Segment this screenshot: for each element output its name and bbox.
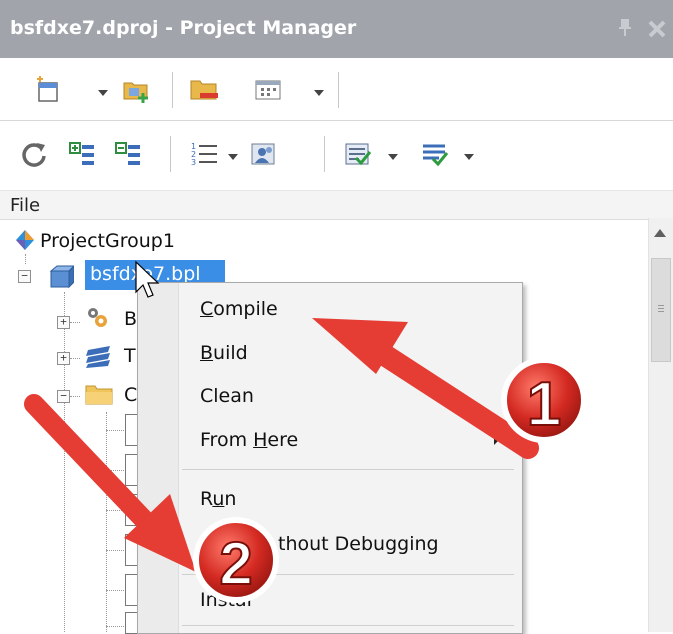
collapse-toggle[interactable]: −	[57, 390, 70, 403]
tree-line	[70, 396, 80, 397]
add-new-project-icon	[123, 82, 148, 103]
submenu-arrow-icon	[494, 433, 500, 445]
pin-icon[interactable]	[614, 16, 636, 38]
toolbar-separator	[170, 136, 171, 172]
scrollbar-thumb[interactable]	[651, 258, 671, 362]
title-bar: bsfdxe7.dproj - Project Manager	[0, 0, 673, 58]
compile-all-icon	[345, 143, 372, 166]
list-icon: 1 2 3	[191, 142, 217, 167]
toolbar-separator	[324, 136, 325, 172]
menu-item-build[interactable]: Build	[178, 333, 522, 373]
menu-item-label: Build	[200, 342, 248, 364]
window-title: bsfdxe7.dproj - Project Manager	[10, 17, 357, 39]
menu-item-compile[interactable]: Compile	[178, 289, 522, 329]
scroll-up-arrow-icon[interactable]	[653, 228, 667, 238]
menu-separator	[182, 469, 514, 470]
collapse-icon	[115, 142, 140, 165]
list-button[interactable]: 1 2 3	[186, 136, 222, 172]
new-project-button[interactable]	[30, 72, 66, 108]
tree-line	[106, 626, 124, 627]
tree-line	[106, 430, 124, 431]
view-icon	[255, 80, 281, 100]
menu-separator	[182, 574, 514, 575]
tree-line	[106, 412, 107, 632]
column-header-filler	[648, 190, 673, 220]
context-menu: Compile Build Clean From Here Run thout …	[137, 282, 523, 634]
target-platforms-icon	[86, 346, 110, 368]
tree-line	[64, 292, 65, 632]
build-config-button[interactable]	[246, 136, 282, 172]
build-all-icon	[423, 144, 449, 167]
sync-button[interactable]	[16, 136, 52, 172]
collapse-button[interactable]	[110, 136, 146, 172]
add-new-project-button[interactable]	[118, 72, 154, 108]
remove-project-icon	[190, 80, 218, 100]
menu-item-label: Compile	[200, 298, 278, 320]
menu-item-install[interactable]: Instal	[178, 585, 522, 625]
menu-separator	[182, 625, 514, 626]
collapse-toggle[interactable]: −	[18, 270, 31, 283]
tree-item-target-platforms[interactable]: T	[124, 345, 136, 367]
tree-line	[70, 322, 80, 323]
build-configurations-icon	[88, 308, 107, 327]
dropdown-arrow-icon[interactable]	[312, 86, 326, 100]
dropdown-arrow-icon[interactable]	[96, 86, 110, 100]
tree-line	[25, 254, 26, 264]
compile-all-button[interactable]	[340, 136, 376, 172]
menu-item-label: Run	[200, 488, 237, 510]
menu-icon-gutter	[138, 283, 179, 633]
menu-item-label: From Here	[200, 429, 299, 451]
expand-toggle[interactable]: +	[57, 316, 70, 329]
view-button[interactable]	[250, 72, 286, 108]
tree-line	[106, 590, 124, 591]
tree-item-project-group[interactable]: ProjectGroup1	[40, 230, 175, 252]
expand-icon	[69, 142, 94, 165]
remove-project-button[interactable]	[186, 72, 222, 108]
menu-item-from-here[interactable]: From Here	[178, 420, 522, 460]
column-header-file[interactable]: File	[0, 190, 648, 220]
toolbar-top	[0, 58, 673, 121]
new-project-icon	[37, 76, 58, 102]
tree-item-build-configurations[interactable]: B	[124, 308, 137, 330]
tree-line	[70, 358, 80, 359]
menu-item-run-without-debugging[interactable]: thout Debugging	[178, 524, 522, 564]
expand-toggle[interactable]: +	[57, 352, 70, 365]
build-all-button[interactable]	[416, 136, 452, 172]
build-config-icon	[251, 143, 275, 165]
dropdown-arrow-icon[interactable]	[462, 150, 476, 164]
toolbar-bottom: 1 2 3	[0, 122, 673, 186]
toolbar-separator	[172, 72, 173, 108]
menu-item-run[interactable]: Run	[178, 479, 522, 519]
project-group-icon	[16, 230, 34, 250]
toolbar-separator	[338, 72, 339, 108]
menu-item-label: thout Debugging	[278, 533, 439, 555]
svg-text:3: 3	[191, 158, 196, 167]
menu-item-clean[interactable]: Clean	[178, 376, 522, 416]
close-icon[interactable]	[646, 18, 668, 40]
tree-item-contains[interactable]: C	[124, 384, 137, 406]
dropdown-arrow-icon[interactable]	[386, 150, 400, 164]
tree-line	[106, 510, 124, 511]
column-header-label: File	[10, 195, 41, 216]
folder-icon	[85, 385, 113, 405]
tree-line	[106, 470, 124, 471]
sync-icon	[22, 143, 46, 167]
expand-button[interactable]	[64, 136, 100, 172]
menu-item-label: Clean	[200, 385, 254, 407]
package-icon	[49, 265, 74, 289]
tree-line	[106, 550, 124, 551]
dropdown-arrow-icon[interactable]	[226, 150, 240, 164]
menu-item-label: Instal	[200, 589, 252, 611]
